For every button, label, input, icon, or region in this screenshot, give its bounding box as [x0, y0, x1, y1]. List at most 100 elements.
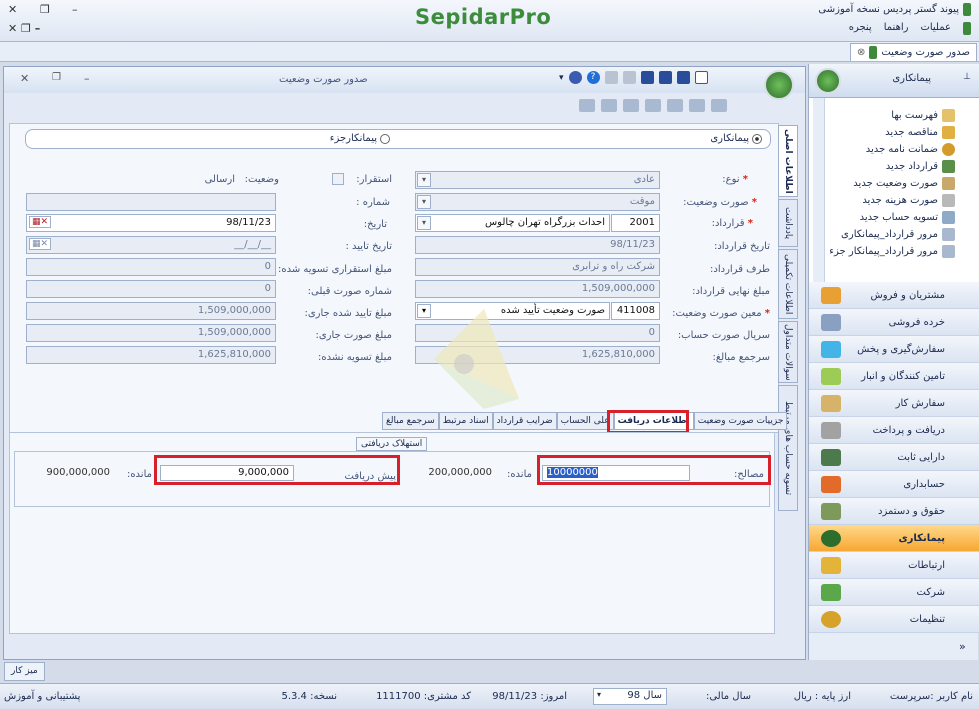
approve-date-input[interactable]: __/__/__ — [26, 236, 276, 254]
menu-help[interactable]: راهنما — [884, 22, 909, 35]
tab-document[interactable]: صدور صورت وضعیت ⊗ — [849, 43, 977, 61]
dropdown-icon[interactable]: ▾ — [417, 216, 431, 230]
close-tab-icon[interactable]: ⊗ — [857, 47, 865, 58]
preview-icon[interactable] — [622, 71, 636, 84]
dropdown-icon[interactable]: ▾ — [417, 195, 431, 209]
module-receipt-payment[interactable]: دریافت و پرداخت — [809, 417, 979, 444]
prev-number-label: شماره صورت قبلی: — [307, 286, 392, 297]
chevron-down-icon[interactable]: » — [959, 640, 966, 653]
status-select[interactable]: موقت — [415, 193, 660, 211]
module-fixed-assets[interactable]: دارایی ثابت — [809, 444, 979, 471]
settings-icon[interactable] — [568, 71, 582, 84]
account-serial-label: سریال صورت حساب: — [677, 330, 770, 341]
tab-notes[interactable]: یادداشت — [778, 199, 798, 247]
last-record-icon[interactable] — [689, 99, 705, 112]
module-company[interactable]: شرکت — [809, 579, 979, 606]
fiscal-year-select[interactable]: سال 98 ▾ — [593, 688, 667, 705]
copy-icon[interactable] — [645, 99, 661, 112]
party-field: شرکت راه و ترابری — [415, 258, 660, 276]
module-orders[interactable]: سفارش‌گیری و پخش — [809, 336, 979, 363]
close-icon[interactable]: ✕ — [20, 72, 29, 85]
delete-icon[interactable] — [623, 99, 639, 112]
save-close-icon[interactable] — [658, 71, 672, 84]
contracting-icon — [815, 68, 841, 94]
type-select[interactable]: عادی — [415, 171, 660, 189]
module-accounting[interactable]: حسابداری — [809, 471, 979, 498]
calendar-icon[interactable]: ▦✕ — [29, 238, 52, 250]
radio-unchecked-icon[interactable] — [380, 133, 390, 144]
module-contracting[interactable]: پیمانکاری — [809, 525, 979, 552]
party-label: طرف قرارداد: — [710, 264, 770, 275]
contract-label: * قرارداد: — [711, 218, 753, 229]
menu-window[interactable]: پنجره — [849, 22, 872, 35]
save-icon[interactable] — [640, 71, 654, 84]
contract-name-select[interactable]: احداث بزرگراه تهران چالوس — [415, 214, 610, 232]
radio-checked-icon[interactable] — [752, 133, 762, 144]
minimize-icon[interactable]: – — [72, 3, 78, 16]
date-input[interactable]: 98/11/23 — [26, 214, 276, 232]
nav-item-new-settlement[interactable]: تسویه حساب جدید — [860, 209, 955, 225]
nav-item-new-status[interactable]: صورت وضعیت جدید — [853, 175, 955, 191]
child-close-icon[interactable]: ✕ ❐ – — [8, 22, 40, 35]
first-record-icon[interactable] — [579, 99, 595, 112]
module-communications[interactable]: ارتباطات — [809, 552, 979, 579]
radio-sub[interactable]: پیمانکارجزء — [330, 133, 390, 144]
tab-main-info[interactable]: اطلاعات اصلی — [778, 125, 798, 197]
close-icon[interactable]: ✕ — [8, 3, 17, 16]
dropdown-icon[interactable]: ▾ — [559, 73, 564, 83]
save-new-icon[interactable] — [676, 71, 690, 84]
dropdown-icon[interactable]: ▾ — [417, 173, 431, 187]
minimize-icon[interactable]: – — [84, 72, 90, 85]
nav-header-title: پیمانکاری — [892, 73, 931, 84]
settle-deploy-label: مبلغ استقراری تسویه شده: — [278, 264, 392, 275]
fiscal-label: سال مالی: — [705, 691, 751, 702]
tab-extra-info[interactable]: اطلاعات تکمیلی — [778, 249, 798, 319]
tab-faq[interactable]: سوالات متداول — [778, 321, 798, 383]
print-icon[interactable] — [604, 71, 618, 84]
menu-operations[interactable]: عملیات — [920, 22, 951, 35]
desk-button[interactable]: میز کار — [4, 662, 45, 681]
contract-code-input[interactable]: 2001 — [611, 214, 660, 232]
nav-item-browse-contract[interactable]: مرور قرارداد_پیمانکاری — [841, 226, 955, 242]
menu-bar: عملیات راهنما پنجره — [849, 22, 971, 35]
settlement-icon — [942, 210, 955, 224]
highlight-receipt-tab — [607, 410, 689, 434]
nav-item-new-tender[interactable]: مناقصه جدید — [885, 124, 955, 140]
tab-total-amounts[interactable]: سرجمع مبالغ — [382, 412, 439, 430]
restore-icon[interactable]: ❐ — [40, 3, 50, 16]
app-logo: SepidarPro — [415, 5, 552, 29]
nav-item-new-guarantee[interactable]: ضمانت نامه جدید — [866, 141, 955, 157]
nav-item-new-contract[interactable]: قرارداد جدید — [886, 158, 955, 174]
communications-icon — [821, 557, 841, 574]
module-retail[interactable]: خرده فروشی — [809, 309, 979, 336]
radio-main[interactable]: پیمانکاری — [710, 133, 762, 144]
module-work-order[interactable]: سفارش کار — [809, 390, 979, 417]
tab-advance[interactable]: علی الحساب — [556, 412, 614, 430]
designator-code-input[interactable]: 411008 — [611, 302, 660, 320]
restore-icon[interactable]: ❐ — [52, 72, 61, 83]
pin-icon[interactable]: ⊥ — [963, 72, 971, 82]
nav-item-price-list[interactable]: فهرست بها — [891, 107, 955, 123]
nav-item-browse-subcontract[interactable]: مرور قرارداد_پیمانکار جزء — [829, 243, 955, 259]
sepidar-leaf-icon — [963, 3, 971, 16]
tab-related-settlements[interactable]: تسویه حساب های مرتبط — [778, 385, 798, 511]
tab-contract-coefficients[interactable]: ضرایب قرارداد — [492, 412, 557, 430]
module-payroll[interactable]: حقوق و دستمزد — [809, 498, 979, 525]
dropdown-icon[interactable]: ▾ — [597, 690, 601, 699]
contract-date-field: 98/11/23 — [415, 236, 660, 254]
contract-date-label: تاریخ قرارداد: — [713, 241, 770, 252]
prev-record-icon[interactable] — [601, 99, 617, 112]
export-icon[interactable] — [711, 99, 727, 112]
module-suppliers[interactable]: تامین کنندگان و انبار — [809, 363, 979, 390]
calendar-icon[interactable]: ▦✕ — [29, 216, 52, 228]
help-icon[interactable]: ? — [586, 71, 600, 84]
new-icon[interactable] — [694, 71, 708, 84]
tab-status-details[interactable]: جزییات صورت وضعیت — [693, 412, 788, 430]
module-settings[interactable]: تنظیمات — [809, 606, 979, 633]
tab-related-docs[interactable]: اسناد مرتبط — [438, 412, 493, 430]
support-link[interactable]: پشتیبانی و آموزش — [4, 691, 80, 702]
deploy-checkbox[interactable] — [332, 173, 344, 185]
nav-item-new-cost[interactable]: صورت هزینه جدید — [862, 192, 955, 208]
module-customers[interactable]: مشتریان و فروش — [809, 282, 979, 309]
next-record-icon[interactable] — [667, 99, 683, 112]
